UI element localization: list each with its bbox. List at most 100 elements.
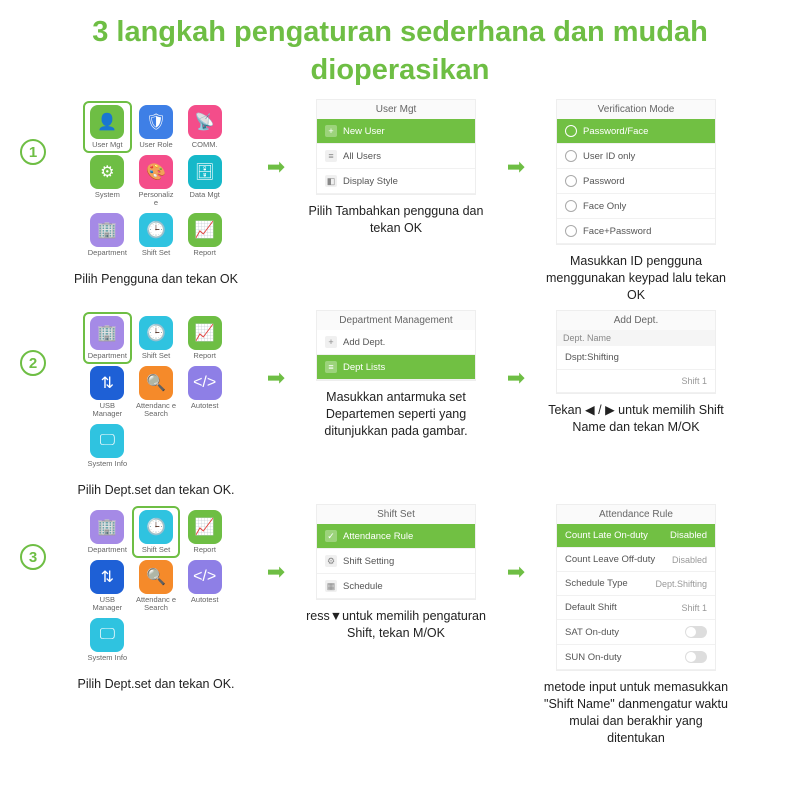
app-system-info[interactable]: 🖵System Info [85, 422, 130, 470]
menu-item[interactable]: ▦Schedule [317, 574, 475, 599]
app-system[interactable]: ⚙System [85, 153, 130, 209]
app-label: Data Mgt [189, 191, 219, 199]
shift-set-icon: 🕒 [139, 213, 173, 247]
radio-option[interactable]: Face Only [557, 194, 715, 219]
step-caption: Pilih Dept.set dan tekan OK. [73, 676, 238, 693]
menu-item-icon: ≡ [325, 361, 337, 373]
app-report[interactable]: 📈 Report [182, 211, 227, 259]
home-menu-grid: 🏢Department🕒Shift Set📈Report ⇅USB Manager… [81, 310, 231, 474]
step-panel-c: Verification ModePassword/FaceUser ID on… [536, 99, 736, 304]
app-attendanc-e-search[interactable]: 🔍Attendanc e Search [134, 364, 179, 420]
menu-item[interactable]: ≡ All Users [317, 144, 475, 169]
settings-row[interactable]: Dspt:Shifting [557, 346, 715, 370]
step-caption: Masukkan antarmuka set Departemen sepert… [296, 389, 496, 440]
settings-row[interactable]: SAT On-duty [557, 620, 715, 645]
report-icon: 📈 [188, 213, 222, 247]
step-panel-a: 🏢Department🕒Shift Set📈Report ⇅USB Manager… [56, 310, 256, 498]
user-role-icon: 🛡 [139, 105, 173, 139]
settings-row[interactable]: Shift 1 [557, 370, 715, 393]
step-panel-c: Attendance RuleCount Late On-dutyDisable… [536, 504, 736, 747]
menu-item-icon: ≡ [325, 150, 337, 162]
app-label: Attendanc e Search [136, 596, 177, 612]
list-panel: Shift Set✓Attendance Rule⚙Shift Setting▦… [316, 504, 476, 600]
app-autotest[interactable]: </>Autotest [182, 558, 227, 614]
app-personaliz-e[interactable]: 🎨 Personaliz e [134, 153, 179, 209]
app-label: Report [193, 249, 216, 257]
panel-subheading: Dept. Name [557, 330, 715, 346]
menu-item-icon: ⚙ [325, 555, 337, 567]
personaliz-e-icon: 🎨 [139, 155, 173, 189]
app-data-mgt[interactable]: 🗄Data Mgt [182, 153, 227, 209]
step-panel-b: User Mgt+New User≡All Users◧Display Styl… [296, 99, 496, 237]
app-shift-set[interactable]: 🕒Shift Set [134, 508, 179, 556]
app-shift-set[interactable]: 🕒Shift Set [134, 314, 179, 362]
app-usb-manager[interactable]: ⇅USB Manager [85, 364, 130, 420]
app-attendanc-e-search[interactable]: 🔍Attendanc e Search [134, 558, 179, 614]
step-caption: ress▼untuk memilih pengaturan Shift, tek… [296, 608, 496, 642]
app-user-role[interactable]: 🛡User Role [134, 103, 179, 151]
app-label: Personaliz e [136, 191, 177, 207]
app-department[interactable]: 🏢Department [85, 211, 130, 259]
menu-item-label: All Users [343, 151, 381, 162]
arrow-right-icon: ➡ [266, 559, 286, 585]
app-autotest[interactable]: </>Autotest [182, 364, 227, 420]
usb-manager-icon: ⇅ [90, 366, 124, 400]
app-comm-[interactable]: 📡COMM. [182, 103, 227, 151]
step-caption: Masukkan ID pengguna menggunakan keypad … [536, 253, 736, 304]
radio-option[interactable]: User ID only [557, 144, 715, 169]
step-row: 1👤User Mgt🛡User Role📡COMM.⚙System🎨Person… [20, 99, 780, 304]
settings-key: SAT On-duty [565, 627, 619, 638]
app-shift-set[interactable]: 🕒Shift Set [134, 211, 179, 259]
app-system-info[interactable]: 🖵System Info [85, 616, 130, 664]
list-panel: Add Dept.Dept. NameDspt:ShiftingShift 1 [556, 310, 716, 394]
app-usb-manager[interactable]: ⇅USB Manager [85, 558, 130, 614]
settings-row[interactable]: Count Leave Off-dutyDisabled [557, 548, 715, 572]
arrow-right-icon: ➡ [506, 154, 526, 180]
radio-option[interactable]: Face+Password [557, 219, 715, 244]
system-icon: ⚙ [90, 155, 124, 189]
settings-row[interactable]: Schedule TypeDept.Shifting [557, 572, 715, 596]
menu-item[interactable]: +New User [317, 119, 475, 144]
user-mgt-icon: 👤 [90, 105, 124, 139]
step-number-badge: 3 [20, 544, 46, 570]
settings-key: Schedule Type [565, 578, 628, 589]
settings-row[interactable]: SUN On-duty [557, 645, 715, 670]
app-label: Department [88, 546, 127, 554]
menu-item[interactable]: ✓Attendance Rule [317, 524, 475, 549]
radio-label: Face Only [583, 201, 626, 212]
arrow-right-icon: ➡ [266, 365, 286, 391]
app-user-mgt[interactable]: 👤User Mgt [85, 103, 130, 151]
toggle-switch[interactable] [685, 651, 707, 663]
app-report[interactable]: 📈Report [182, 508, 227, 556]
settings-value: Disabled [670, 530, 707, 541]
menu-item[interactable]: ⚙ Shift Setting [317, 549, 475, 574]
app-label: Department [88, 352, 127, 360]
settings-key: SUN On-duty [565, 652, 622, 663]
comm--icon: 📡 [188, 105, 222, 139]
settings-value: Shift 1 [681, 603, 707, 613]
radio-option[interactable]: Password [557, 169, 715, 194]
home-menu-grid: 🏢Department🕒Shift Set📈Report ⇅USB Manager… [81, 504, 231, 668]
menu-item-label: Shift Setting [343, 556, 394, 567]
menu-item[interactable]: ◧Display Style [317, 169, 475, 194]
menu-item-icon: ▦ [325, 580, 337, 592]
settings-row[interactable]: Count Late On-dutyDisabled [557, 524, 715, 548]
app-report[interactable]: 📈Report [182, 314, 227, 362]
autotest-icon: </> [188, 366, 222, 400]
autotest-icon: </> [188, 560, 222, 594]
radio-option[interactable]: Password/Face [557, 119, 715, 144]
settings-row[interactable]: Default ShiftShift 1 [557, 596, 715, 620]
toggle-switch[interactable] [685, 626, 707, 638]
app-department[interactable]: 🏢Department [85, 508, 130, 556]
menu-item[interactable]: +Add Dept. [317, 330, 475, 355]
attendanc-e-search-icon: 🔍 [139, 366, 173, 400]
app-label: Report [193, 546, 216, 554]
list-panel: Attendance RuleCount Late On-dutyDisable… [556, 504, 716, 671]
list-panel: Verification ModePassword/FaceUser ID on… [556, 99, 716, 245]
menu-item-icon: + [325, 336, 337, 348]
menu-item-label: New User [343, 126, 385, 137]
panel-title: Add Dept. [557, 311, 715, 330]
app-department[interactable]: 🏢Department [85, 314, 130, 362]
radio-label: Face+Password [583, 226, 651, 237]
menu-item[interactable]: ≡Dept Lists [317, 355, 475, 380]
